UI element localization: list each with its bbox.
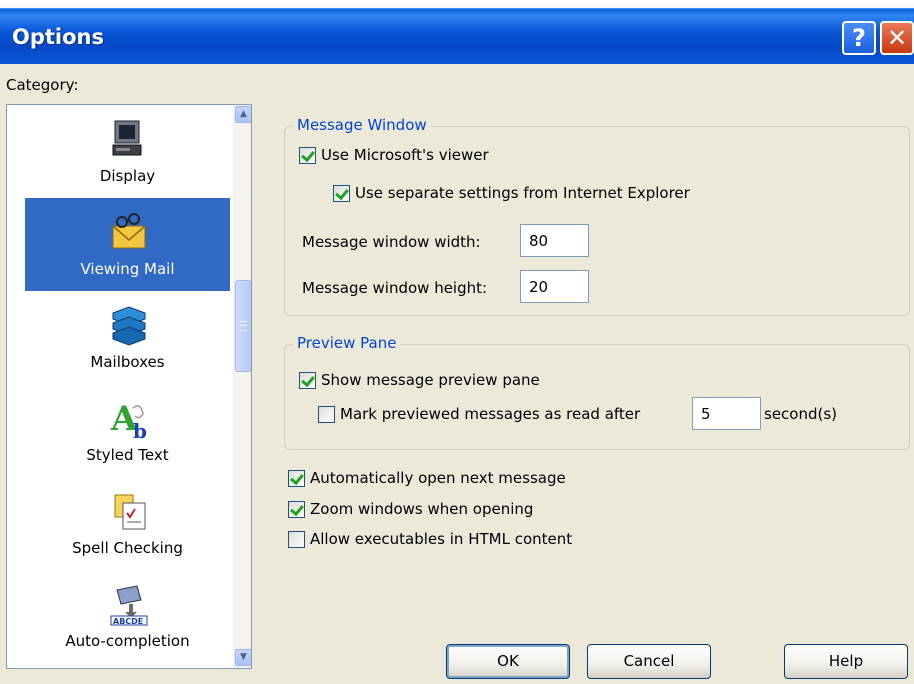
auto-open-option[interactable]: Automatically open next message: [288, 469, 566, 487]
mark-read-option[interactable]: Mark previewed messages as read after: [318, 405, 640, 423]
show-pane-option[interactable]: Show message preview pane: [299, 371, 540, 389]
spell-check-icon: [114, 494, 146, 530]
category-label-display: Display: [99, 167, 156, 185]
mark-read-checkbox[interactable]: [318, 405, 335, 423]
background-strip: [0, 0, 914, 8]
message-window-title: Message Window: [293, 116, 431, 134]
category-item-styled-text[interactable]: A b Styled Text: [25, 384, 230, 477]
executables-label: Allow executables in HTML content: [310, 530, 573, 548]
height-label: Message window height:: [302, 279, 488, 297]
category-scrollbar[interactable]: ▲ ▼: [233, 105, 251, 668]
category-item-viewing-mail[interactable]: Viewing Mail: [25, 198, 230, 291]
separate-settings-label: Use separate settings from Internet Expl…: [355, 184, 690, 202]
preview-pane-title: Preview Pane: [293, 334, 401, 352]
seconds-unit-label: second(s): [764, 405, 838, 423]
use-viewer-option[interactable]: Use Microsoft's viewer: [299, 146, 489, 164]
auto-open-label: Automatically open next message: [310, 469, 566, 487]
cancel-button[interactable]: Cancel: [587, 644, 711, 679]
mailboxes-icon: [112, 306, 146, 346]
zoom-option[interactable]: Zoom windows when opening: [288, 500, 533, 518]
category-item-spell-checking[interactable]: Spell Checking: [25, 477, 230, 570]
use-viewer-label: Use Microsoft's viewer: [321, 146, 489, 164]
svg-text:b: b: [133, 419, 147, 440]
show-pane-checkbox[interactable]: [299, 371, 316, 389]
category-label-mailboxes: Mailboxes: [90, 353, 165, 371]
scroll-down-button[interactable]: ▼: [235, 649, 251, 666]
window-title: Options: [12, 25, 104, 49]
category-item-auto-completion[interactable]: ABCDE Auto-completion: [25, 570, 230, 663]
category-item-mailboxes[interactable]: Mailboxes: [25, 291, 230, 384]
mark-read-label: Mark previewed messages as read after: [340, 405, 641, 423]
dialog-body: Category: Display Viewing Mail Mailboxes…: [0, 64, 914, 684]
close-button[interactable]: ✕: [880, 21, 914, 55]
category-list[interactable]: Display Viewing Mail Mailboxes A b Style…: [6, 104, 252, 669]
help-button[interactable]: Help: [784, 644, 908, 679]
separate-settings-checkbox[interactable]: [333, 184, 350, 202]
show-pane-label: Show message preview pane: [321, 371, 540, 389]
category-label-viewing-mail: Viewing Mail: [80, 260, 175, 278]
separate-settings-option[interactable]: Use separate settings from Internet Expl…: [333, 184, 690, 202]
message-height-input[interactable]: [520, 270, 589, 303]
svg-text:ABCDE: ABCDE: [113, 617, 143, 626]
category-label-spell-checking: Spell Checking: [72, 539, 183, 557]
computer-icon: [112, 120, 142, 156]
auto-open-checkbox[interactable]: [288, 469, 305, 487]
category-label-styled-text: Styled Text: [86, 446, 169, 464]
zoom-checkbox[interactable]: [288, 500, 305, 518]
category-label: Category:: [6, 76, 79, 94]
auto-completion-icon: ABCDE: [110, 585, 148, 626]
envelope-glasses-icon: [112, 213, 146, 249]
executables-option[interactable]: Allow executables in HTML content: [288, 530, 572, 548]
styled-text-icon: A b: [110, 399, 147, 440]
category-item-display[interactable]: Display: [25, 105, 230, 198]
executables-checkbox[interactable]: [288, 530, 305, 548]
mark-read-seconds-input[interactable]: [692, 397, 761, 430]
ok-button[interactable]: OK: [446, 644, 570, 679]
width-label: Message window width:: [302, 233, 481, 251]
help-title-button[interactable]: ?: [842, 21, 876, 55]
use-viewer-checkbox[interactable]: [299, 146, 316, 164]
preview-pane-group: Preview Pane: [284, 334, 910, 450]
zoom-label: Zoom windows when opening: [310, 500, 534, 518]
message-width-input[interactable]: [520, 224, 589, 257]
title-bar: Options ? ✕: [0, 8, 914, 64]
category-label-auto-completion: Auto-completion: [65, 632, 190, 650]
scroll-thumb[interactable]: [235, 280, 251, 372]
scroll-up-button[interactable]: ▲: [235, 106, 251, 123]
